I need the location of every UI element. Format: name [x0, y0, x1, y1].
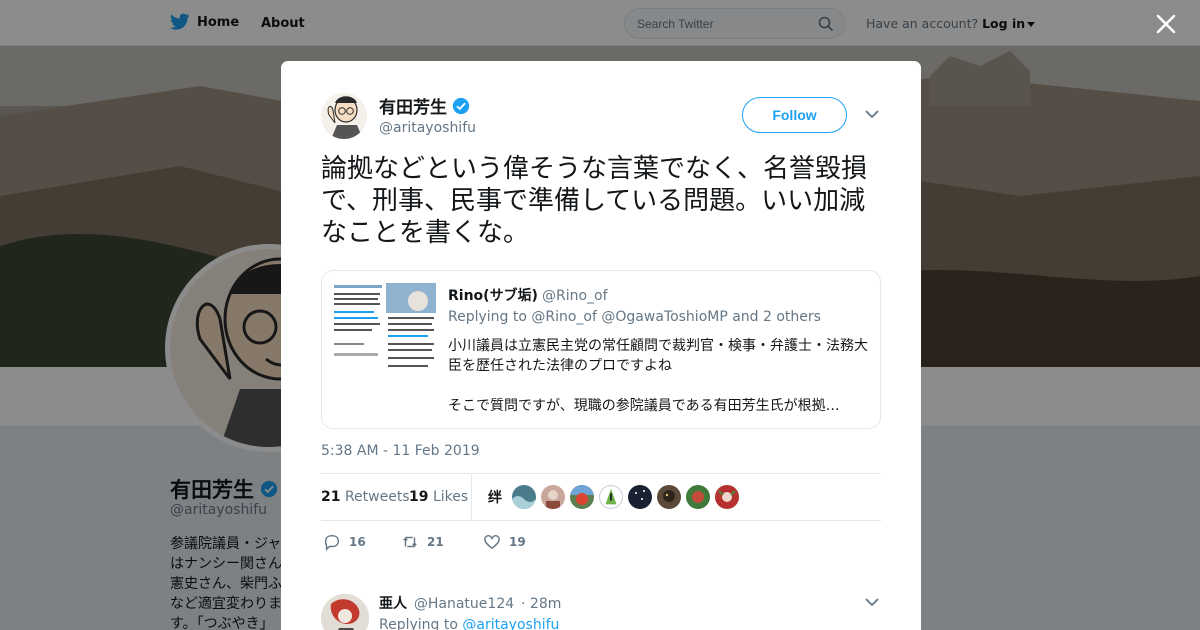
tweet-text: 論拠などという偉そうな言葉でなく、名誉毀損で、刑事、民事で準備している問題。いい… [321, 154, 868, 248]
likes-label: Likes [432, 489, 469, 505]
retweet-action[interactable]: 21 [401, 533, 444, 551]
liker-avatar[interactable] [715, 485, 739, 509]
likes-count: 19 [409, 489, 429, 505]
retweets-count: 21 [321, 489, 341, 505]
liker-avatar[interactable]: 绊 [483, 485, 507, 509]
liker-avatar-image [605, 488, 617, 505]
liker-avatar-image [635, 490, 645, 500]
verified-badge-icon [452, 97, 470, 114]
screenshot-thumbnail-image [330, 279, 438, 387]
liker-avatar[interactable] [686, 485, 710, 509]
author-handle[interactable]: @aritayoshifu [379, 120, 476, 136]
author-name[interactable]: 有田芳生 [379, 93, 470, 118]
quoted-tweet-thumbnail[interactable] [330, 279, 438, 387]
chevron-down-icon[interactable] [865, 109, 879, 119]
liker-avatar-image [663, 490, 675, 502]
liker-avatar[interactable] [570, 485, 594, 509]
liker-avatar[interactable] [657, 485, 681, 509]
retweets-label: Retweets [344, 489, 410, 505]
like-count: 19 [509, 535, 526, 549]
reply-avatar-image [321, 594, 369, 630]
quoted-author-name: Rino(サブ垢) [448, 288, 538, 304]
close-icon[interactable] [1154, 12, 1178, 36]
chevron-down-icon[interactable] [865, 597, 879, 607]
liker-avatar-glyph: 绊 [488, 490, 502, 506]
like-action[interactable]: 19 [483, 533, 526, 551]
quoted-tweet[interactable]: Rino(サブ垢) @Rino_of Replying to @Rino_of @… [321, 270, 881, 429]
heart-icon [484, 534, 500, 550]
liker-avatar-image [692, 491, 704, 503]
reply-author[interactable]: 亜人 @Hanatue124 · 28m [379, 593, 561, 613]
quoted-replying-to: Replying to @Rino_of @OgawaToshioMP and … [448, 309, 821, 325]
tweet-modal: 有田芳生 @aritayoshifu Follow 論拠などという偉そうな言葉で… [281, 61, 921, 630]
quoted-tweet-text: 小川議員は立憲民主党の常任顧問で裁判官・検事・弁護士・法務大臣を歴任された法律の… [448, 338, 868, 414]
likes-stat[interactable]: 19 Likes [409, 489, 468, 505]
retweets-stat[interactable]: 21 Retweets [321, 489, 410, 505]
reply-author-name: 亜人 [379, 596, 407, 612]
reply-avatar[interactable] [321, 594, 369, 630]
liker-avatar[interactable] [512, 485, 536, 509]
replying-prefix: Replying to [379, 617, 458, 630]
retweet-icon [403, 536, 417, 548]
tweet-timestamp[interactable]: 5:38 AM - 11 Feb 2019 [321, 443, 480, 459]
liker-avatar[interactable] [628, 485, 652, 509]
liker-avatar-image [718, 490, 736, 502]
tweet-actions: 16 21 19 [321, 533, 621, 553]
quoted-tweet-author: Rino(サブ垢) @Rino_of [448, 285, 608, 305]
reply-replying-to: Replying to @aritayoshifu [379, 617, 559, 630]
reply-icon [324, 534, 340, 551]
replying-handle-link[interactable]: @aritayoshifu [462, 617, 559, 630]
author-avatar[interactable] [321, 93, 367, 139]
reply-count: 16 [349, 535, 366, 549]
follow-button[interactable]: Follow [742, 97, 847, 133]
liker-avatar[interactable] [599, 485, 623, 509]
liker-avatar-image [570, 485, 594, 505]
author-avatar-image [321, 93, 367, 139]
reply-author-handle: @Hanatue124 [413, 596, 515, 612]
reply-action[interactable]: 16 [323, 533, 366, 551]
tweet-stats: 21 Retweets 19 Likes 绊 [321, 473, 881, 521]
liker-avatar-image [512, 496, 536, 509]
author-name-text: 有田芳生 [379, 98, 447, 118]
reply-time: · 28m [521, 596, 562, 612]
quoted-author-handle: @Rino_of [541, 288, 608, 304]
liker-avatars: 绊 [483, 485, 739, 509]
retweet-count: 21 [427, 535, 444, 549]
liker-avatar[interactable] [541, 485, 565, 509]
liker-avatar-image [546, 490, 560, 509]
stats-divider [471, 474, 472, 520]
